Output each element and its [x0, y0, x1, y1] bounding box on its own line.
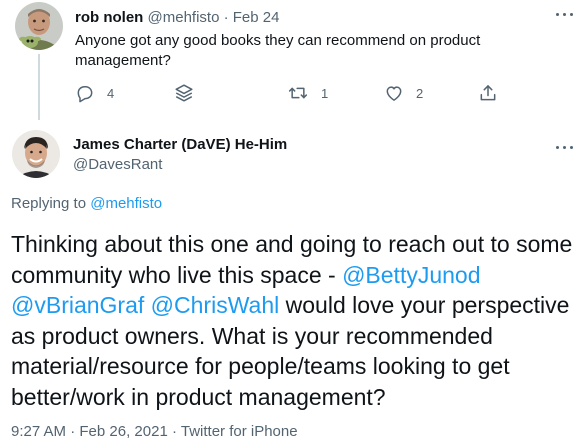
mention-link[interactable]: @ChrisWahl — [151, 292, 280, 318]
author-handle[interactable]: @DavesRant — [73, 155, 162, 175]
replying-to-label: Replying to — [11, 195, 87, 212]
share-button[interactable] — [478, 82, 498, 104]
retweet-icon — [287, 83, 309, 103]
main-tweet-text: Thinking about this one and going to rea… — [11, 229, 577, 412]
author-name[interactable]: James Charter (DaVE) He-Him — [73, 135, 287, 155]
layers-button[interactable] — [173, 82, 195, 104]
reply-count: 4 — [107, 85, 115, 101]
separator-dot: · — [223, 9, 229, 26]
parent-tweet-text: Anyone got any good books they can recom… — [75, 32, 481, 69]
tweet-full-date[interactable]: Feb 26, 2021 — [79, 423, 167, 440]
tweet-meta: 9:27 AM · Feb 26, 2021 · Twitter for iPh… — [11, 422, 298, 442]
author-handle[interactable]: @mehfisto — [148, 9, 220, 26]
reply-icon — [75, 83, 95, 103]
parent-tweet-header: rob nolen @mehfisto · Feb 24 — [75, 8, 279, 28]
separator-dot: · — [66, 423, 80, 440]
more-options-button[interactable] — [554, 6, 576, 22]
mention-link[interactable]: @BettyJunod — [342, 262, 480, 288]
like-button[interactable]: 2 — [384, 82, 423, 104]
reply-button[interactable]: 4 — [75, 82, 114, 104]
replying-to: Replying to @mehfisto — [11, 194, 162, 214]
author-name[interactable]: rob nolen — [75, 9, 143, 26]
tweet-time[interactable]: 9:27 AM — [11, 423, 66, 440]
tweet-text-part: Thinking about this one and going to rea… — [11, 231, 573, 288]
more-options-button[interactable] — [554, 139, 576, 155]
retweet-count: 1 — [321, 85, 329, 101]
separator-dot: · — [167, 423, 181, 440]
mention-link[interactable]: @vBrianGraf — [11, 292, 144, 318]
heart-icon — [384, 83, 404, 103]
layers-icon — [173, 82, 195, 104]
tweet-date[interactable]: Feb 24 — [233, 9, 280, 26]
replying-to-handle[interactable]: @mehfisto — [90, 195, 162, 212]
retweet-button[interactable]: 1 — [287, 82, 328, 104]
share-icon — [478, 83, 498, 103]
avatar[interactable] — [15, 2, 63, 50]
avatar[interactable] — [12, 130, 60, 178]
tweet-actions-bar: 4 1 2 — [75, 82, 505, 104]
tweet-source[interactable]: Twitter for iPhone — [181, 423, 298, 440]
thread-connector-line — [38, 54, 40, 120]
tweet-thread: rob nolen @mehfisto · Feb 24 Anyone got … — [0, 0, 581, 448]
like-count: 2 — [416, 85, 424, 101]
